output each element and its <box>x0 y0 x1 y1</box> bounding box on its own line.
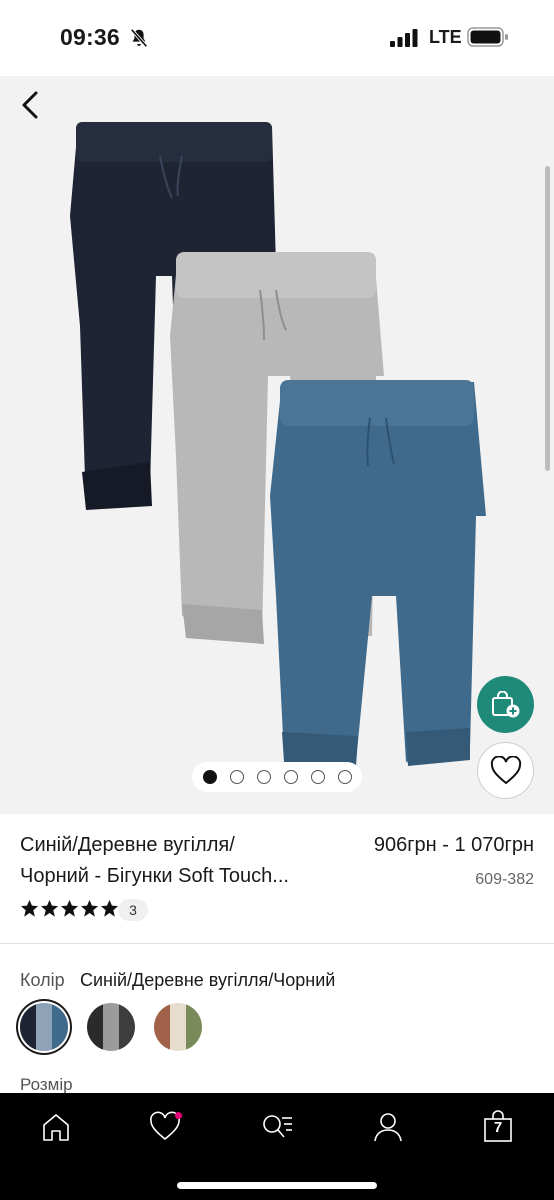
swatch-image <box>87 1003 135 1051</box>
colour-label: Колір <box>20 970 65 990</box>
gallery-scrollbar[interactable] <box>545 166 550 471</box>
colour-swatch-brown[interactable] <box>154 1003 202 1051</box>
add-to-wishlist-button[interactable] <box>477 742 534 799</box>
chevron-left-icon <box>22 91 38 119</box>
product-info: Синій/Деревне вугілля/ Чорний - Бігунки … <box>0 814 554 944</box>
product-gallery[interactable] <box>0 76 554 814</box>
status-bar: 09:36 LTE <box>0 0 554 76</box>
add-to-bag-button[interactable] <box>477 676 534 733</box>
product-image[interactable] <box>0 76 554 814</box>
product-price: 906грн - 1 070грн <box>373 834 534 856</box>
home-indicator <box>177 1182 377 1189</box>
back-button[interactable] <box>14 88 48 122</box>
status-time: 09:36 <box>60 24 120 50</box>
carousel-dots[interactable] <box>192 762 362 792</box>
carousel-dot[interactable] <box>229 770 244 784</box>
bell-slash-icon <box>130 28 148 48</box>
account-icon[interactable] <box>371 1110 405 1144</box>
network-label: LTE <box>429 27 462 47</box>
star-icon <box>80 899 99 917</box>
product-title-line-1: Синій/Деревне вугілля/ <box>20 834 235 856</box>
carousel-dot[interactable] <box>283 770 298 784</box>
product-sku: 609-382 <box>475 871 534 888</box>
blue-trousers <box>270 380 486 766</box>
star-icon <box>20 899 39 917</box>
carousel-dot[interactable] <box>337 770 352 784</box>
size-label: Розмір <box>20 1075 73 1094</box>
colour-value: Синій/Деревне вугілля/Чорний <box>80 970 336 990</box>
colour-swatch-charcoal[interactable] <box>87 1003 135 1051</box>
colour-swatch-navy[interactable] <box>20 1003 68 1051</box>
star-icon <box>40 899 59 917</box>
swatch-image <box>20 1003 68 1051</box>
review-count-badge[interactable]: 3 <box>118 899 148 921</box>
carousel-dot[interactable] <box>202 770 217 784</box>
bag-plus-icon <box>491 690 519 717</box>
carousel-dot[interactable] <box>256 770 271 784</box>
carousel-dot[interactable] <box>310 770 325 784</box>
signal-icon <box>390 29 418 47</box>
product-title-line-2[interactable]: Чорний - Бігунки Soft Touch... <box>20 865 289 888</box>
colour-selector: Колір Синій/Деревне вугілля/Чорний Розмі… <box>0 945 554 1094</box>
swatch-image <box>154 1003 202 1051</box>
search-list-icon[interactable] <box>260 1110 294 1144</box>
home-icon[interactable] <box>39 1110 73 1144</box>
rating-stars[interactable] <box>20 899 119 918</box>
star-icon <box>100 899 119 917</box>
bag-count: 7 <box>493 1119 503 1136</box>
star-icon <box>60 899 79 917</box>
wishlist-badge-dot <box>175 1112 182 1119</box>
heart-icon <box>490 755 521 784</box>
battery-icon <box>467 27 508 47</box>
